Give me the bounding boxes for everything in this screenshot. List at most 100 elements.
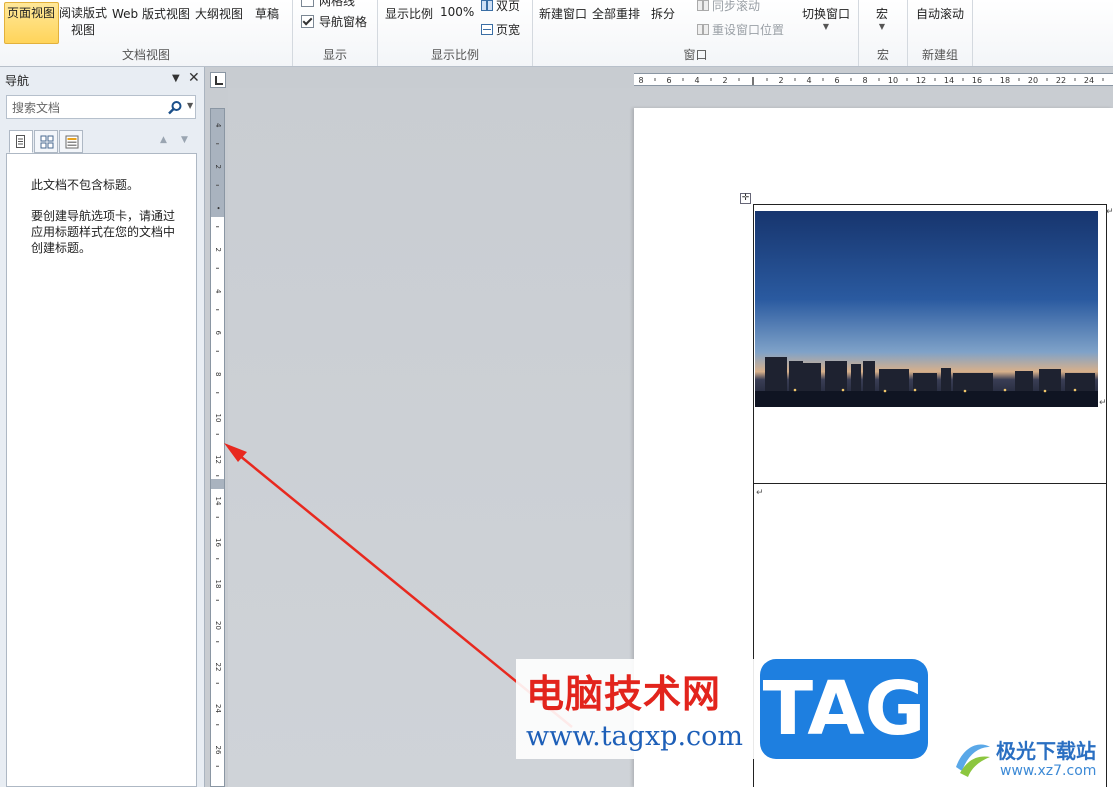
macros-dropdown-icon: ▼ (878, 22, 886, 31)
print-layout-button[interactable]: 页面视图 (4, 2, 59, 44)
switch-windows-button[interactable]: 切换窗口 ▼ (802, 5, 850, 31)
two-pages-label: 双页 (496, 0, 521, 13)
gridlines-checkbox[interactable]: 网格线 (301, 0, 355, 9)
group-show: 网格线 导航窗格 显示 (293, 0, 378, 66)
search-icon[interactable] (167, 100, 183, 116)
horizontal-ruler-label: 22 (1056, 76, 1066, 85)
horizontal-ruler-label: 2 (778, 76, 783, 85)
horizontal-ruler-label: 8 (638, 76, 643, 85)
search-options-dropdown-icon[interactable]: ▼ (187, 101, 193, 110)
close-icon[interactable]: ✕ (188, 70, 200, 86)
nav-pane-label: 导航窗格 (319, 15, 368, 29)
nav-search-box: ▼ (6, 95, 196, 119)
nav-pane-menu-icon[interactable]: ▼ (172, 73, 180, 84)
horizontal-ruler-label: 4 (694, 76, 699, 85)
vertical-ruler-label: 8 (214, 372, 222, 376)
outline-button[interactable]: 大纲视图 (195, 5, 243, 22)
page-width-button[interactable]: 页宽 (481, 21, 520, 38)
nav-pane-title: 导航 (5, 74, 30, 88)
macros-button[interactable]: 宏 ▼ (876, 5, 888, 31)
vertical-ruler[interactable]: 42•246810121416182022242628 (210, 108, 225, 787)
table-move-handle-icon[interactable]: ✛ (740, 193, 751, 204)
switch-windows-label: 切换窗口 (802, 7, 851, 21)
two-pages-icon (481, 0, 493, 11)
vertical-ruler-scale: 42•246810121416182022242628 (211, 109, 224, 767)
headings-icon (16, 135, 25, 148)
new-window-button[interactable]: 新建窗口 (539, 5, 587, 22)
macros-label: 宏 (876, 7, 889, 21)
ribbon-view-tab: 页面视图 阅读版式 视图 Web 版式视图 大纲视图 草稿 文档视图 网格线 导… (0, 0, 1113, 67)
vertical-ruler-label: 4 (214, 123, 222, 128)
horizontal-ruler-label: 2 (722, 76, 727, 85)
next-result-icon[interactable]: ▼ (181, 135, 188, 145)
horizontal-ruler-label: 20 (1028, 76, 1038, 85)
search-results-icon (65, 135, 79, 149)
group-label-window: 窗口 (683, 48, 708, 62)
horizontal-ruler[interactable]: 8 6 4 2 ‖ 2 4 6 8 10 12 14 16 18 20 22 24 (634, 73, 1113, 86)
page-width-icon (481, 24, 493, 35)
page-width-label: 页宽 (496, 23, 521, 37)
zoom-100-label: 100% (440, 5, 475, 19)
group-window: 新建窗口 全部重排 拆分 同步滚动 重设窗口位置 切换窗口 ▼ 窗口 (533, 0, 859, 66)
paragraph-mark: ↵ (756, 488, 764, 498)
horizontal-ruler-label: 6 (834, 76, 839, 85)
vertical-ruler-label: 2 (214, 165, 222, 169)
sync-scroll-icon (697, 0, 709, 11)
night-city-skyline-image[interactable] (755, 211, 1098, 407)
reset-window-position-button[interactable]: 重设窗口位置 (697, 21, 784, 38)
draft-button[interactable]: 草稿 (255, 5, 279, 22)
new-window-label: 新建窗口 (539, 7, 588, 21)
tab-browse-pages[interactable] (34, 130, 58, 153)
watermark-logo-url: www.xz7.com (1000, 763, 1097, 779)
previous-result-icon[interactable]: ▲ (160, 135, 167, 145)
tab-selector-button[interactable] (210, 72, 226, 88)
no-headings-message: 此文档不包含标题。 (31, 178, 140, 192)
two-pages-button[interactable]: 双页 (481, 0, 520, 14)
sync-scroll-button[interactable]: 同步滚动 (697, 0, 760, 14)
group-macros: 宏 ▼ 宏 (859, 0, 908, 66)
zoom-100-button[interactable]: 100% (440, 5, 474, 19)
sync-scroll-label: 同步滚动 (712, 0, 761, 13)
cell-end-mark: ↵ (1106, 207, 1113, 217)
split-label: 拆分 (651, 7, 676, 21)
nav-pane-checkbox[interactable]: 导航窗格 (301, 13, 367, 30)
horizontal-ruler-label: 10 (888, 76, 898, 85)
web-layout-button[interactable]: Web 版式视图 (112, 5, 190, 22)
full-screen-reading-label-2: 视图 (71, 23, 96, 37)
arrange-all-button[interactable]: 全部重排 (592, 5, 640, 22)
horizontal-ruler-label: 6 (666, 76, 671, 85)
horizontal-ruler-label: 8 (862, 76, 867, 85)
vertical-ruler-label: 26 (214, 746, 222, 755)
tab-browse-headings[interactable] (9, 130, 33, 153)
watermark-tag-logo: TAG (760, 659, 928, 759)
auto-scroll-button[interactable]: 自动滚动 (916, 5, 964, 22)
full-screen-reading-button[interactable]: 阅读版式 视图 (59, 5, 107, 39)
nav-pane-check-icon (301, 15, 314, 28)
tab-browse-results[interactable] (59, 130, 83, 153)
zoom-label: 显示比例 (385, 7, 434, 21)
group-new: 自动滚动 新建组 (908, 0, 973, 66)
horizontal-ruler-label: 4 (806, 76, 811, 85)
vertical-ruler-label: 4 (214, 289, 222, 294)
watermark-download-logo: 极光下载站 www.xz7.com (950, 733, 1113, 787)
vertical-ruler-label: 24 (214, 704, 222, 713)
auto-scroll-label: 自动滚动 (916, 7, 965, 21)
reset-window-position-icon (697, 24, 709, 35)
search-input[interactable] (10, 98, 164, 118)
reset-window-position-label: 重设窗口位置 (712, 23, 785, 37)
navigation-pane: 导航 ▼ ✕ ▼ ▲ ▼ 此文档不包含标题。 要创建导航选项卡，请通过应用标题样… (0, 67, 205, 787)
draft-label: 草稿 (255, 7, 280, 21)
vertical-ruler-label: 12 (214, 455, 222, 464)
vertical-ruler-label: 2 (214, 248, 222, 252)
vertical-ruler-label: 18 (214, 580, 222, 589)
aurora-logo-icon (956, 744, 990, 777)
vertical-ruler-label: 20 (214, 621, 222, 630)
horizontal-ruler-scale: 8 6 4 2 ‖ 2 4 6 8 10 12 14 16 18 20 22 24 (638, 76, 1104, 85)
vertical-ruler-label: 10 (214, 414, 222, 423)
split-button[interactable]: 拆分 (651, 5, 675, 22)
watermark-site-title: 电脑技术网 (526, 672, 722, 716)
vertical-ruler-label: • (214, 206, 222, 210)
full-screen-reading-label: 阅读版式 (59, 6, 108, 20)
ruler-margin-marker (211, 479, 224, 489)
zoom-button[interactable]: 显示比例 (385, 5, 433, 22)
